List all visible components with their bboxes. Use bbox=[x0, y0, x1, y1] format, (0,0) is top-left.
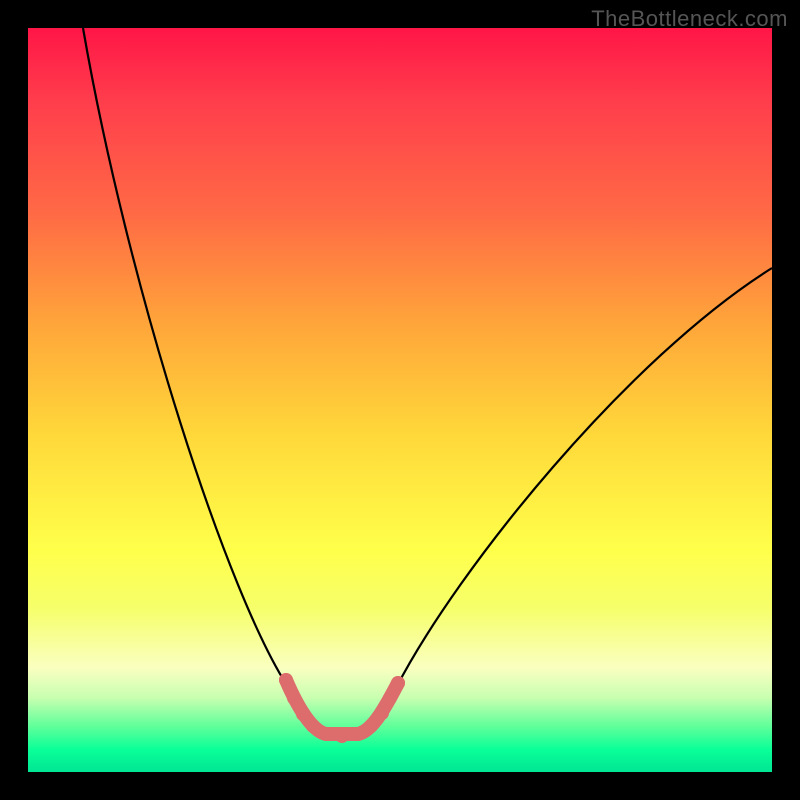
chart-frame: TheBottleneck.com bbox=[0, 0, 800, 800]
plot-area bbox=[28, 28, 772, 772]
watermark-text: TheBottleneck.com bbox=[591, 6, 788, 32]
bottleneck-curve bbox=[28, 28, 772, 772]
curve-path bbox=[83, 28, 772, 734]
